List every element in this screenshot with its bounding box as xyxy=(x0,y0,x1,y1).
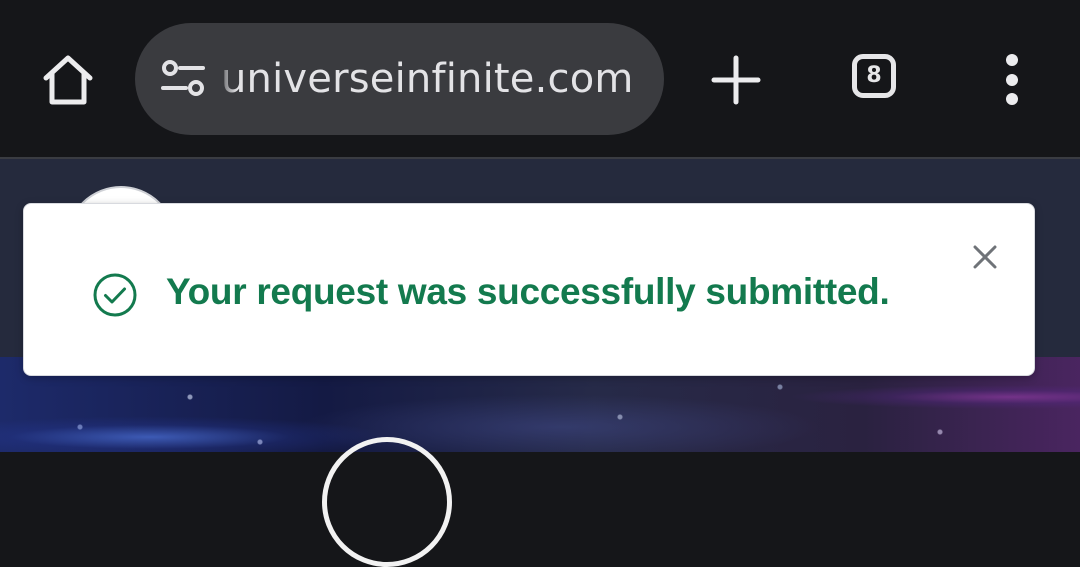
more-menu-button[interactable] xyxy=(990,50,1034,110)
plus-icon xyxy=(711,55,761,105)
close-button[interactable] xyxy=(968,240,1002,274)
tab-switcher-icon: 8 xyxy=(852,54,896,98)
tab-switcher-button[interactable]: 8 xyxy=(848,52,908,108)
tab-count: 8 xyxy=(866,63,882,88)
more-vert-icon xyxy=(1006,54,1018,105)
browser-toolbar: universeinfinite.com 8 xyxy=(0,0,1080,158)
home-icon xyxy=(43,55,93,105)
hero-profile-ring xyxy=(322,437,452,567)
tune-icon[interactable] xyxy=(159,57,207,101)
close-icon xyxy=(973,245,997,269)
toast-message: Your request was successfully submitted. xyxy=(166,271,890,312)
url-text[interactable]: universeinfinite.com xyxy=(221,23,634,135)
success-toast: Your request was successfully submitted. xyxy=(23,203,1035,376)
check-circle-icon xyxy=(93,273,137,317)
new-tab-button[interactable] xyxy=(706,50,766,110)
address-bar[interactable]: universeinfinite.com xyxy=(135,23,664,135)
home-button[interactable] xyxy=(36,48,100,112)
url-fade xyxy=(215,23,237,135)
